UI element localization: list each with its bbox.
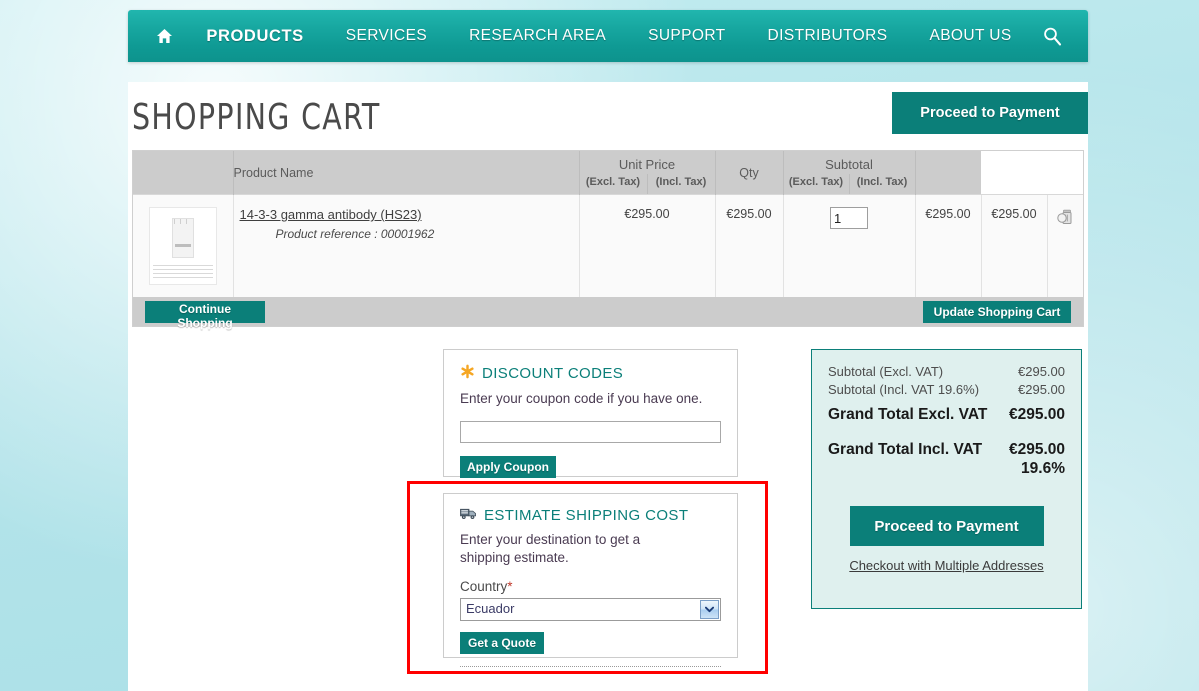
apply-coupon-button[interactable]: Apply Coupon	[460, 456, 556, 478]
nav-item-research-area[interactable]: RESEARCH AREA	[448, 21, 627, 51]
product-reference: Product reference : 00001962	[275, 227, 435, 241]
cart-table-container: Product Name Unit Price (Excl. Tax) (Inc…	[132, 150, 1084, 297]
checkout-multiple-addresses-link[interactable]: Checkout with Multiple Addresses	[828, 558, 1065, 573]
totals-label-subtotal-excl: Subtotal (Excl. VAT)	[828, 364, 944, 379]
estimate-shipping-panel: ESTIMATE SHIPPING COST Enter your destin…	[443, 493, 738, 667]
product-name-link[interactable]: 14-3-3 gamma antibody (HS23)	[240, 207, 422, 222]
column-unit-price: Unit Price (Excl. Tax) (Incl. Tax)	[578, 151, 715, 195]
country-select[interactable]: Ecuador	[460, 598, 721, 621]
column-subtotal-subheaders: (Excl. Tax) (Incl. Tax)	[784, 174, 915, 194]
cart-footer-bar: Continue Shopping Update Shopping Cart	[132, 297, 1084, 330]
table-row: 14-3-3 gamma antibody (HS23) Product ref…	[133, 194, 1083, 297]
totals-label-grand-total-incl: Grand Total Incl. VAT	[828, 441, 983, 458]
column-remove	[914, 151, 981, 195]
country-select-value[interactable]: Ecuador	[460, 598, 721, 621]
thumbnail-blot-band	[174, 244, 191, 247]
column-subtotal: Subtotal (Excl. Tax) (Incl. Tax)	[782, 151, 915, 195]
asterisk-icon	[460, 364, 475, 383]
column-unit-price-incl: (Incl. Tax)	[646, 174, 715, 194]
totals-row-grand-total-excl: Grand Total Excl. VAT €295.00	[828, 406, 1065, 424]
cart-header-row: Product Name Unit Price (Excl. Tax) (Inc…	[133, 151, 1083, 195]
totals-row-grand-total-incl: Grand Total Incl. VAT €295.00	[828, 441, 1065, 459]
totals-row-subtotal-incl: Subtotal (Incl. VAT 19.6%) €295.00	[828, 382, 1065, 397]
product-thumbnail-image[interactable]	[148, 207, 217, 285]
unit-price-excl-tax: €295.00	[578, 194, 715, 297]
column-thumbnail	[133, 151, 233, 195]
country-field-label: Country*	[460, 579, 721, 594]
order-totals-panel: Subtotal (Excl. VAT) €295.00 Subtotal (I…	[811, 349, 1082, 609]
totals-value-subtotal-excl: €295.00	[1018, 364, 1065, 379]
quantity-input[interactable]	[830, 207, 868, 229]
chevron-down-icon[interactable]	[700, 600, 719, 619]
totals-vat-rate: 19.6%	[1021, 460, 1065, 477]
truck-icon	[460, 507, 477, 524]
home-icon[interactable]	[144, 28, 185, 44]
trash-icon[interactable]	[1055, 207, 1075, 230]
subtotal-incl-tax: €295.00	[980, 194, 1047, 297]
product-name-cell: 14-3-3 gamma antibody (HS23) Product ref…	[232, 194, 579, 297]
page-root: PRODUCTS SERVICES RESEARCH AREA SUPPORT …	[0, 0, 1199, 691]
totals-value-grand-total-excl: €295.00	[1008, 406, 1065, 423]
qty-cell	[782, 194, 915, 297]
nav-item-distributors[interactable]: DISTRIBUTORS	[747, 21, 909, 51]
column-subtotal-excl: (Excl. Tax)	[788, 176, 844, 188]
thumbnail-blot-body	[171, 218, 194, 258]
thumbnail-blot-ticks	[173, 219, 192, 224]
column-product-name: Product Name	[232, 151, 579, 195]
get-a-quote-button[interactable]: Get a Quote	[460, 632, 544, 654]
coupon-code-input[interactable]	[460, 421, 721, 443]
totals-value-grand-total-incl: €295.00	[1008, 441, 1065, 458]
page-title: SHOPPING CART	[132, 97, 381, 138]
discount-panel-header: DISCOUNT CODES	[460, 364, 721, 383]
remove-item-cell	[1046, 194, 1083, 297]
proceed-to-payment-button-bottom[interactable]: Proceed to Payment	[849, 506, 1044, 546]
column-unit-price-excl: (Excl. Tax)	[585, 176, 641, 188]
nav-container: PRODUCTS SERVICES RESEARCH AREA SUPPORT …	[128, 10, 1088, 62]
update-shopping-cart-button[interactable]: Update Shopping Cart	[923, 301, 1071, 323]
column-subtotal-incl: (Incl. Tax)	[848, 174, 915, 194]
country-label-text: Country	[460, 579, 508, 594]
shipping-panel-header: ESTIMATE SHIPPING COST	[460, 507, 721, 524]
cart-table-head: Product Name Unit Price (Excl. Tax) (Inc…	[133, 151, 1083, 195]
column-unit-price-subheaders: (Excl. Tax) (Incl. Tax)	[580, 174, 715, 194]
nav-item-support[interactable]: SUPPORT	[627, 21, 746, 51]
discount-codes-panel: DISCOUNT CODES Enter your coupon code if…	[443, 349, 738, 478]
page-header: SHOPPING CART Proceed to Payment	[128, 82, 1088, 150]
totals-value-subtotal-incl: €295.00	[1018, 382, 1065, 397]
subtotal-excl-tax: €295.00	[914, 194, 981, 297]
totals-row-subtotal-excl: Subtotal (Excl. VAT) €295.00	[828, 364, 1065, 379]
totals-label-subtotal-incl: Subtotal (Incl. VAT 19.6%)	[828, 382, 980, 397]
column-subtotal-label: Subtotal	[825, 157, 873, 172]
search-icon[interactable]	[1033, 26, 1072, 46]
required-marker: *	[507, 579, 513, 594]
shipping-panel-divider	[460, 666, 721, 667]
nav-item-list: PRODUCTS SERVICES RESEARCH AREA SUPPORT …	[185, 21, 1032, 52]
cart-table: Product Name Unit Price (Excl. Tax) (Inc…	[133, 151, 1083, 297]
totals-label-grand-total-excl: Grand Total Excl. VAT	[828, 406, 988, 423]
coupon-input-wrap	[460, 421, 721, 443]
thumbnail-caption-lines	[152, 265, 213, 279]
shipping-panel-title: ESTIMATE SHIPPING COST	[484, 507, 689, 524]
unit-price-incl-tax: €295.00	[714, 194, 783, 297]
shipping-panel-description: Enter your destination to get a shipping…	[460, 532, 641, 565]
cart-table-body: 14-3-3 gamma antibody (HS23) Product ref…	[133, 194, 1083, 297]
column-qty: Qty	[714, 151, 783, 195]
proceed-to-payment-button-top[interactable]: Proceed to Payment	[892, 92, 1088, 134]
discount-panel-title: DISCOUNT CODES	[482, 365, 624, 382]
main-navigation: PRODUCTS SERVICES RESEARCH AREA SUPPORT …	[128, 10, 1088, 62]
nav-item-products[interactable]: PRODUCTS	[185, 21, 324, 52]
product-thumbnail-cell	[133, 194, 233, 297]
nav-item-about-us[interactable]: ABOUT US	[908, 21, 1032, 51]
discount-panel-description: Enter your coupon code if you have one.	[460, 391, 703, 406]
column-unit-price-label: Unit Price	[618, 157, 676, 172]
continue-shopping-button[interactable]: Continue Shopping	[145, 301, 265, 330]
nav-item-services[interactable]: SERVICES	[325, 21, 448, 51]
